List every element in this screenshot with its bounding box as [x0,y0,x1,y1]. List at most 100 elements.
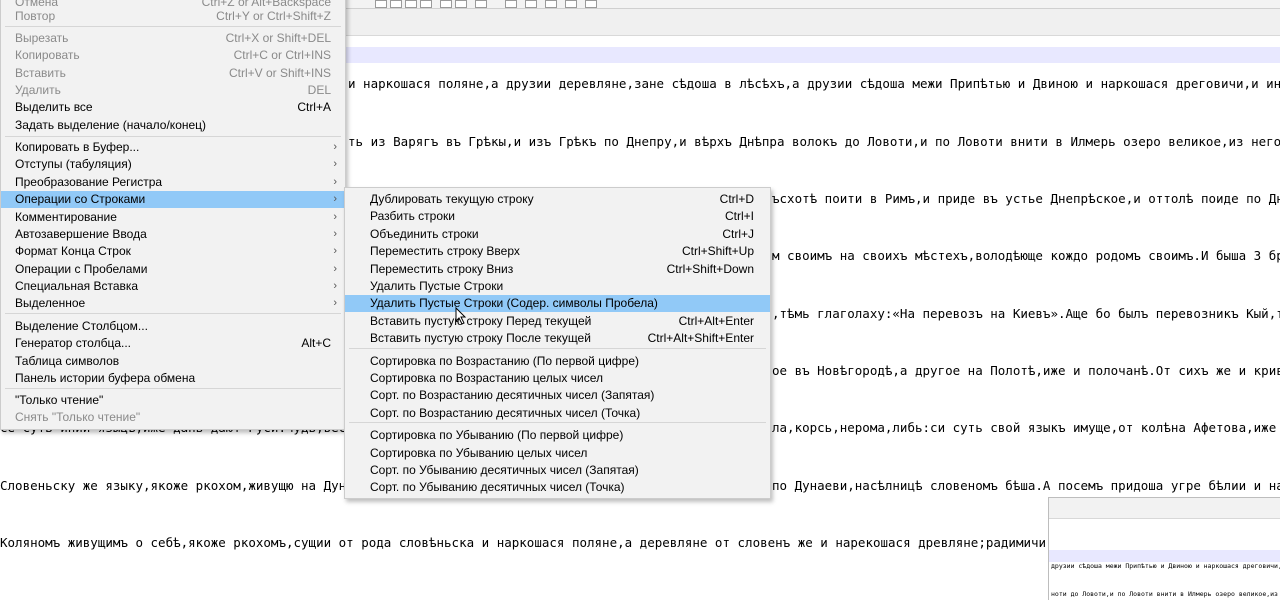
edit-menu-item: Вырезать Ctrl+X or Shift+DEL [1,30,345,47]
menu-item-label: Формат Конца Строк [15,244,131,258]
menu-item-label: Автозавершение Ввода [15,227,147,241]
menu-item-label: Переместить строку Вверх [370,244,520,258]
menu-item-label: Вставить [15,66,66,80]
editor-line: и наркошася поляне,а друзии деревляне,за… [348,76,1280,91]
chevron-right-icon: › [333,211,337,223]
menu-item-shortcut: Ctrl+J [722,227,754,241]
edit-menu-item[interactable]: Копировать в Буфер... › [1,139,345,156]
chevron-right-icon: › [333,263,337,275]
document-map-line: ноти до Ловоти,и по Ловоти внити в Илмер… [1051,590,1280,598]
edit-menu-item[interactable]: Генератор столбца... Alt+C [1,335,345,352]
line-operation-item[interactable]: Дублировать текущую строку Ctrl+D [345,191,770,208]
menu-separator [5,313,341,314]
menu-item-label: Преобразование Регистра [15,175,163,189]
toolbar-icon[interactable] [455,0,467,8]
toolbar-icon[interactable] [375,0,387,8]
menu-item-label: Сорт. по Убыванию десятичных чисел (Запя… [370,463,639,477]
menu-separator [349,422,766,423]
edit-menu-item[interactable]: Комментирование › [1,209,345,226]
edit-menu-item[interactable]: "Только чтение" [1,392,345,409]
editor-line: по Дунаеви,насѣлницѣ словеномъ бѣша.А по… [772,478,1280,493]
menu-item-label: Переместить строку Вниз [370,262,514,276]
edit-menu-item: Повтор Ctrl+Y or Ctrl+Shift+Z [1,8,345,25]
line-operation-item[interactable]: Разбить строки Ctrl+I [345,208,770,225]
toolbar [345,0,1280,9]
line-operation-item[interactable]: Сортировка по Убыванию (По первой цифре) [345,427,770,444]
edit-menu-item[interactable]: Панель истории буфера обмена [1,370,345,387]
menu-item-label: Специальная Вставка [15,279,139,293]
line-operation-item[interactable]: Сорт. по Возрастанию десятичных чисел (Т… [345,405,770,422]
edit-menu-item[interactable]: Задать выделение (начало/конец) [1,117,345,134]
toolbar-icon[interactable] [585,0,597,8]
line-operation-item[interactable]: Удалить Пустые Строки [345,278,770,295]
menu-item-shortcut: Ctrl+A [297,100,331,114]
edit-menu-item[interactable]: Операции с Пробелами › [1,261,345,278]
toolbar-icon[interactable] [420,0,432,8]
line-operation-item[interactable]: Объединить строки Ctrl+J [345,226,770,243]
menu-item-shortcut: Ctrl+C or Ctrl+INS [233,48,331,62]
menu-item-label: Таблица символов [15,354,120,368]
edit-menu-item[interactable]: Выделенное › [1,295,345,312]
line-operation-item[interactable]: Сорт. по Возрастанию десятичных чисел (З… [345,387,770,404]
edit-menu-item[interactable]: Формат Конца Строк › [1,243,345,260]
edit-menu-item[interactable]: Специальная Вставка › [1,278,345,295]
editor-line: м своимъ на своихъ мѣстехъ,володѣюще кож… [772,248,1280,263]
menu-item-label: Операции с Пробелами [15,262,148,276]
line-operation-item[interactable]: Сорт. по Убыванию десятичных чисел (Точк… [345,479,770,496]
toolbar-icon[interactable] [525,0,537,8]
chevron-right-icon: › [333,228,337,240]
edit-menu-item: Снять "Только чтение" [1,409,345,426]
editor-line: ть из Варягъ въ Грѣкы,и изъ Грѣкъ по Дне… [348,134,1280,149]
edit-menu-item: Копировать Ctrl+C or Ctrl+INS [1,47,345,64]
menu-item-label: Сортировка по Убыванию целых чисел [370,446,588,460]
line-operation-item[interactable]: Сортировка по Возрастанию целых чисел [345,370,770,387]
line-operation-item[interactable]: Сортировка по Возрастанию (По первой циф… [345,353,770,370]
editor-line: ла,корсь,нерома,либь:си суть свой языкъ … [772,420,1280,435]
menu-item-label: Генератор столбца... [15,336,131,350]
edit-menu-item[interactable]: Операции со Строками › [1,191,345,208]
document-map-panel[interactable]: друзии сѣдоша межи Припѣтью и Двиною и н… [1048,497,1280,600]
document-map-line: друзии сѣдоша межи Припѣтью и Двиною и н… [1051,562,1280,570]
toolbar-icon[interactable] [565,0,577,8]
editor-line: ,тѣмь глаголаху:«На перевозъ на Киевъ».А… [772,306,1280,321]
menu-item-label: Объединить строки [370,227,479,241]
chevron-right-icon: › [333,176,337,188]
menu-item-shortcut: Alt+C [301,336,331,350]
menu-item-label: Выделение Столбцом... [15,319,148,333]
line-operation-item[interactable]: Удалить Пустые Строки (Содер. символы Пр… [345,295,770,312]
line-operation-item[interactable]: Сортировка по Убыванию целых чисел [345,445,770,462]
menu-item-label: Сорт. по Возрастанию десятичных чисел (З… [370,388,655,402]
menu-item-label: "Только чтение" [15,393,104,407]
menu-item-shortcut: Ctrl+Alt+Enter [678,314,754,328]
line-operations-submenu: Дублировать текущую строку Ctrl+D Разбить … [344,187,771,499]
line-operation-item[interactable]: Вставить пустую строку Перед текущей Ctrl… [345,313,770,330]
chevron-right-icon: › [333,297,337,309]
edit-menu-item[interactable]: Выделить все Ctrl+A [1,99,345,116]
edit-menu: Отмена Ctrl+Z or Alt+Backspace Повтор Ctrl+… [0,0,346,430]
toolbar-icon[interactable] [475,0,487,8]
menu-item-label: Вставить пустую строку После текущей [370,331,591,345]
edit-menu-item[interactable]: Преобразование Регистра › [1,174,345,191]
editor-line-fragment: Словеньску же языку,якоже ркохом,живущю … [0,478,345,493]
line-operation-item[interactable]: Сорт. по Убыванию десятичных чисел (Запя… [345,462,770,479]
line-operation-item[interactable]: Переместить строку Вверх Ctrl+Shift+Up [345,243,770,260]
menu-item-label: Выделенное [15,296,86,310]
menu-item-shortcut: DEL [307,83,331,97]
line-operation-item[interactable]: Переместить строку Вниз Ctrl+Shift+Down [345,261,770,278]
line-operation-item[interactable]: Вставить пустую строку После текущей Ctrl… [345,330,770,347]
menu-item-label: Сорт. по Убыванию десятичных чисел (Точк… [370,480,625,494]
toolbar-icon[interactable] [505,0,517,8]
menu-item-shortcut: Ctrl+Shift+Down [666,262,754,276]
edit-menu-item[interactable]: Автозавершение Ввода › [1,226,345,243]
edit-menu-item[interactable]: Таблица символов [1,353,345,370]
menu-item-label: Комментирование [15,210,117,224]
menu-item-label: Вырезать [15,31,69,45]
toolbar-icon[interactable] [390,0,402,8]
edit-menu-item: Вставить Ctrl+V or Shift+INS [1,65,345,82]
edit-menu-item[interactable]: Выделение Столбцом... [1,318,345,335]
menu-item-label: Отступы (табуляция) [15,157,132,171]
edit-menu-item[interactable]: Отступы (табуляция) › [1,156,345,173]
toolbar-icon[interactable] [405,0,417,8]
toolbar-icon[interactable] [545,0,557,8]
toolbar-icon[interactable] [440,0,452,8]
